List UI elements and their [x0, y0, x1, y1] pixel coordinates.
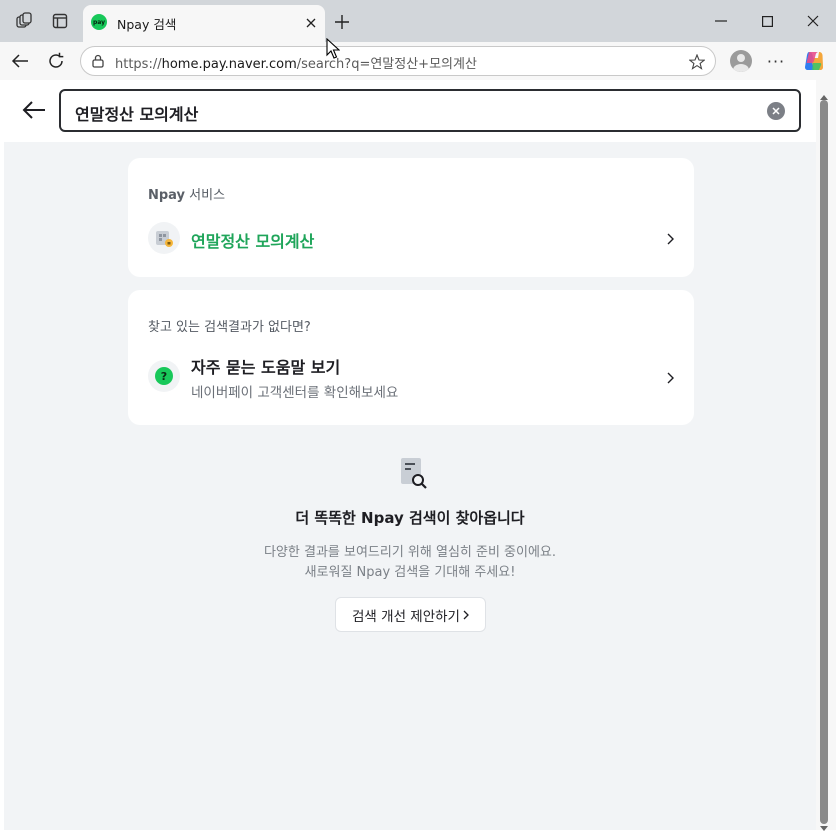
search-input[interactable]: 연말정산 모의계산 — [59, 89, 801, 132]
empty-title-prefix: 더 똑똑한 — [295, 509, 362, 527]
service-label-rest: 서비스 — [185, 188, 226, 203]
copilot-icon[interactable] — [802, 49, 826, 73]
window-close-icon[interactable] — [801, 10, 825, 32]
browser-tab-active[interactable]: pay Npay 검색 — [83, 5, 325, 42]
search-header: 연말정산 모의계산 — [4, 80, 816, 142]
search-query-text: 연말정산 모의계산 — [75, 105, 199, 124]
service-label-brand: Npay — [148, 188, 186, 203]
help-card[interactable]: 찾고 있는 검색결과가 없다면? ? 자주 묻는 도움말 보기 네이버페이 고객… — [128, 290, 694, 425]
more-menu-icon[interactable]: ··· — [765, 50, 787, 72]
chevron-right-icon[interactable] — [664, 372, 676, 384]
address-bar[interactable]: https://home.pay.naver.com/search?q=연말정산… — [80, 46, 716, 76]
suggest-button-label: 검색 개선 제안하기 — [352, 608, 460, 625]
url-prefix: https:// — [115, 57, 162, 72]
suggest-improvement-button[interactable]: 검색 개선 제안하기 — [335, 597, 486, 632]
url-path: /search?q=연말정산+모의계산 — [296, 57, 477, 72]
empty-state-desc-line1: 다양한 결과를 보여드리기 위해 열심히 준비 중이에요. — [263, 545, 557, 560]
scroll-up-arrow-icon[interactable] — [819, 86, 829, 100]
empty-title-suffix: 검색이 찾아옵니다 — [403, 509, 525, 527]
new-tab-plus-icon[interactable] — [331, 11, 353, 33]
mouse-cursor-icon — [326, 37, 341, 60]
url-host: home.pay.naver.com — [161, 57, 297, 72]
maximize-icon[interactable] — [755, 10, 779, 32]
page-content: 연말정산 모의계산 Npay 서비스 연말정산 모의계산 찾고 있는 검색결과가… — [4, 80, 816, 830]
browser-back-icon[interactable] — [8, 50, 32, 72]
calculator-doc-icon — [148, 222, 180, 254]
help-subtitle: 네이버페이 고객센터를 확인해보세요 — [191, 385, 399, 401]
suggest-chevron-icon — [463, 610, 469, 619]
workspaces-icon[interactable] — [13, 10, 35, 32]
browser-toolbar: https://home.pay.naver.com/search?q=연말정산… — [0, 42, 836, 80]
lock-icon[interactable] — [90, 53, 106, 69]
scrollbar-thumb[interactable] — [820, 100, 828, 824]
empty-state-title: 더 똑똑한 Npay 검색이 찾아옵니다 — [4, 507, 816, 528]
tab-title: Npay 검색 — [117, 17, 177, 32]
npay-favicon-icon: pay — [91, 14, 107, 30]
page-back-arrow-icon[interactable] — [20, 96, 48, 124]
refresh-icon[interactable] — [44, 50, 68, 72]
empty-title-brand: Npay — [361, 509, 404, 527]
help-title[interactable]: 자주 묻는 도움말 보기 — [191, 354, 340, 378]
empty-state-desc-line2: 새로워질 Npay 검색을 기대해 주세요! — [304, 565, 516, 580]
tab-close-icon[interactable] — [301, 13, 321, 33]
document-search-icon — [399, 458, 429, 490]
chevron-right-icon[interactable] — [664, 233, 676, 245]
service-section-label: Npay 서비스 — [148, 184, 225, 203]
scroll-down-arrow-icon[interactable] — [819, 818, 829, 831]
browser-titlebar: pay Npay 검색 — [0, 0, 836, 42]
help-question-icon: ? — [148, 360, 180, 392]
minimize-icon[interactable] — [709, 10, 733, 32]
profile-avatar-icon[interactable] — [730, 50, 752, 72]
help-section-label: 찾고 있는 검색결과가 없다면? — [148, 320, 311, 335]
url-text[interactable]: https://home.pay.naver.com/search?q=연말정산… — [115, 53, 477, 72]
clear-search-icon[interactable] — [767, 102, 785, 120]
vertical-tabs-icon[interactable] — [49, 10, 71, 32]
favorite-star-icon[interactable] — [688, 53, 706, 71]
npay-service-card: Npay 서비스 연말정산 모의계산 — [128, 158, 694, 277]
service-link-tax-simulation[interactable]: 연말정산 모의계산 — [191, 228, 314, 252]
